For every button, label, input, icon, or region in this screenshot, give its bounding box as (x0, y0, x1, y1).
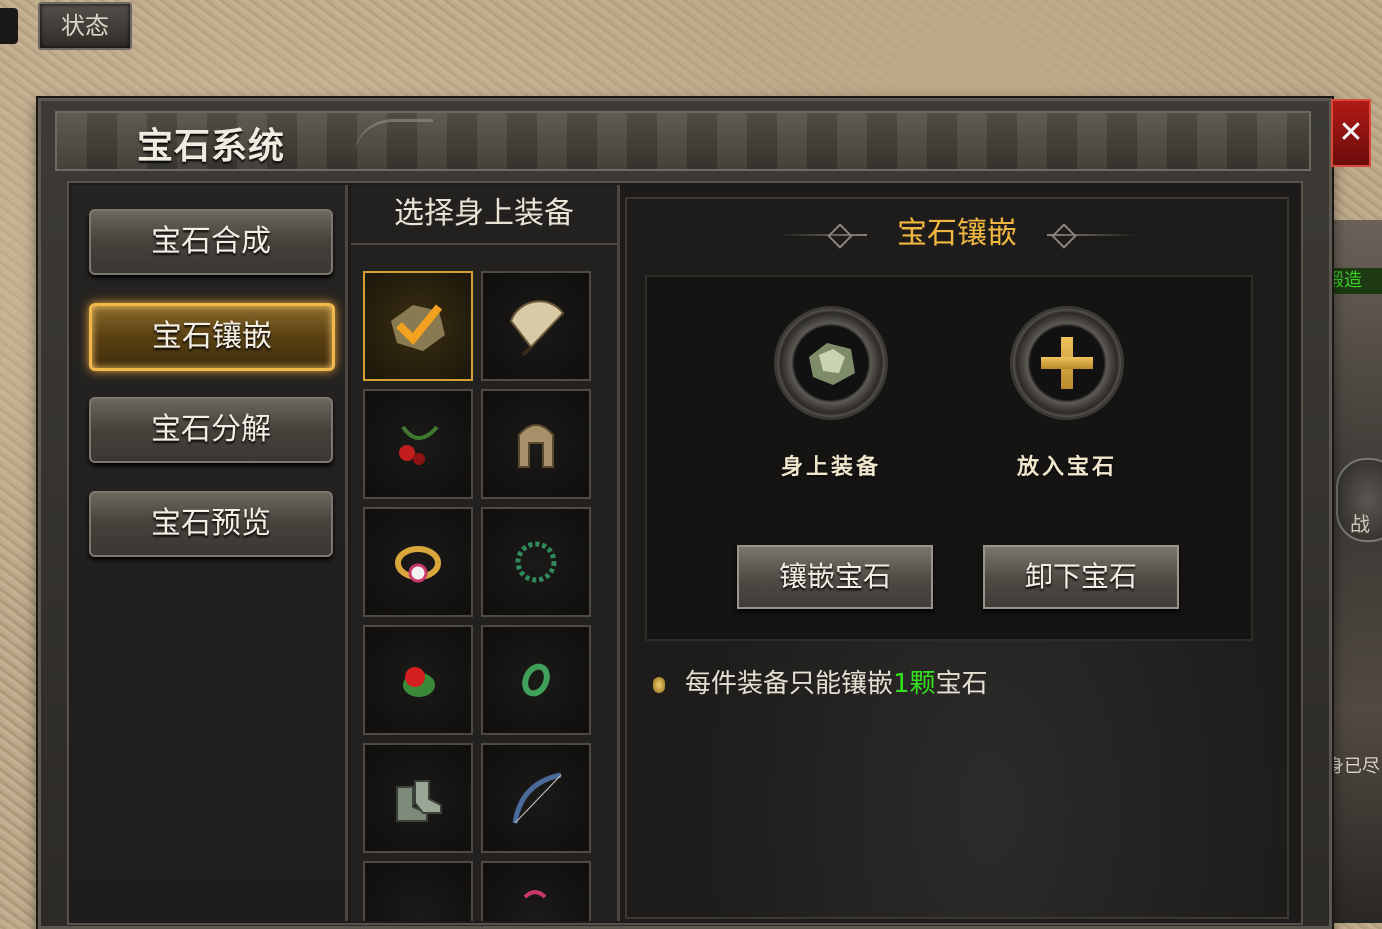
equipment-slot-bow[interactable] (481, 743, 591, 853)
bow-icon (512, 772, 562, 824)
close-button[interactable]: ✕ (1331, 99, 1371, 167)
equipment-slot-necklace[interactable] (363, 389, 473, 499)
equipment-slot-boots[interactable] (363, 743, 473, 853)
function-nav: 宝石合成 宝石镶嵌 宝石分解 宝石预览 (71, 185, 348, 921)
cloud-ornament-icon (353, 119, 433, 166)
fan-icon (509, 300, 565, 357)
armor-checked-icon (391, 304, 445, 351)
inlay-header: 宝石镶嵌 (627, 199, 1287, 269)
equipment-list: 选择身上装备 (351, 185, 620, 921)
left-edge-tab (0, 8, 18, 44)
gem-socket-label: 放入宝石 (1016, 455, 1117, 480)
note-suffix: 宝石 (935, 669, 988, 699)
nav-gem-decompose[interactable]: 宝石分解 (89, 397, 333, 463)
equipment-slot-jade-ring[interactable] (481, 625, 591, 735)
gem-system-window: 宝石系统 ✕ 宝石合成 宝石镶嵌 宝石分解 宝石预览 选择身上装备 宝石镶嵌 身… (38, 98, 1371, 929)
window-titlebar[interactable]: 宝石系统 (55, 111, 1311, 171)
equipment-slot-extra-1[interactable] (363, 861, 473, 921)
inlay-panel: 宝石镶嵌 身上装备 放入宝石 镶嵌宝石 卸下宝石 每件装备只能镶嵌1颗宝石 (625, 197, 1289, 919)
nav-gem-inlay[interactable]: 宝石镶嵌 (89, 303, 335, 371)
forge-tag[interactable]: 锻造 (1326, 268, 1382, 294)
note-highlight: 1颗 (893, 669, 936, 699)
inlay-rule-note: 每件装备只能镶嵌1颗宝石 (653, 663, 988, 700)
ruby-ring-icon (403, 667, 435, 697)
bullet-icon (653, 676, 665, 693)
item-icon (523, 890, 547, 899)
header-divider-right (1047, 234, 1137, 236)
jade-ring-icon (522, 663, 550, 697)
boots-icon (396, 780, 442, 822)
equipped-item-icon (809, 343, 855, 385)
item-icon (383, 881, 453, 921)
note-prefix: 每件装备只能镶嵌 (685, 669, 894, 699)
gem-socket[interactable] (1013, 309, 1121, 417)
equipment-slot-ruby-ring[interactable] (363, 625, 473, 735)
equipment-slot-helmet[interactable] (481, 389, 591, 499)
bead-bracelet-icon (515, 541, 557, 583)
battle-round-button[interactable]: 战 (1336, 458, 1382, 542)
equipment-slot-ring[interactable] (363, 507, 473, 617)
battle-label: 战 (1350, 512, 1370, 536)
helmet-icon (518, 424, 554, 468)
equipment-slot-armor[interactable] (363, 271, 473, 381)
equipment-socket[interactable] (777, 309, 885, 417)
equipment-slot-fan[interactable] (481, 271, 591, 381)
inlay-workbox: 身上装备 放入宝石 镶嵌宝石 卸下宝石 (645, 275, 1253, 641)
window-title: 宝石系统 (137, 126, 286, 167)
berry-necklace-icon (399, 425, 439, 465)
nav-gem-preview[interactable]: 宝石预览 (89, 491, 333, 557)
ring-icon (395, 546, 441, 583)
status-button[interactable]: 状态 (38, 2, 132, 50)
equipment-list-header: 选择身上装备 (351, 185, 617, 245)
inlay-gem-button[interactable]: 镶嵌宝石 (737, 545, 933, 609)
equipment-slot-extra-2[interactable] (481, 861, 591, 921)
remove-gem-button[interactable]: 卸下宝石 (983, 545, 1179, 609)
inlay-title: 宝石镶嵌 (897, 216, 1017, 251)
plus-icon (1041, 337, 1093, 389)
nav-gem-synthesis[interactable]: 宝石合成 (89, 209, 333, 275)
equipment-socket-label: 身上装备 (780, 455, 881, 480)
equipment-slot-bracelet[interactable] (481, 507, 591, 617)
window-body: 宝石合成 宝石镶嵌 宝石分解 宝石预览 选择身上装备 宝石镶嵌 身上装备 放入宝… (67, 181, 1303, 925)
side-text: 身已尽 (1326, 756, 1380, 777)
